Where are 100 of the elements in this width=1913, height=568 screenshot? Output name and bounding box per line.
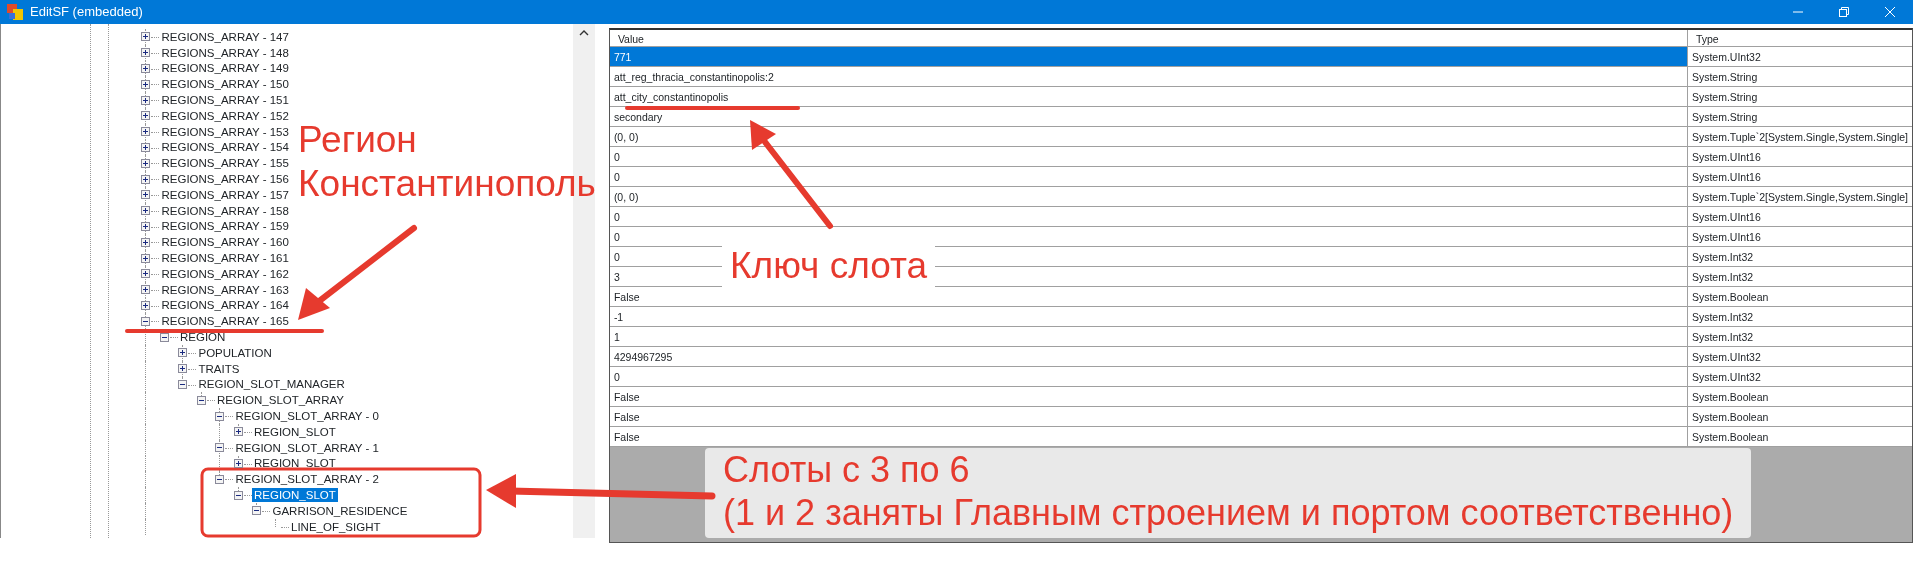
type-cell-text: System.Tuple`2[System.Single,System.Single] [1690,190,1909,205]
type-cell-text: System.Boolean [1690,430,1770,445]
value-cell[interactable]: 0 [609,367,1688,386]
tree-item[interactable]: GARRISON_RESIDENCE [270,503,410,518]
expand-icon[interactable] [141,158,150,168]
value-cell[interactable]: False [609,387,1688,406]
collapse-icon[interactable] [159,332,169,342]
tree-item[interactable]: REGIONS_ARRAY - 147 [159,29,291,44]
expand-icon[interactable] [141,95,150,105]
tree-item[interactable]: REGIONS_ARRAY - 150 [159,77,291,92]
type-cell-text: System.UInt32 [1690,50,1762,65]
expand-icon[interactable] [141,269,150,279]
tree-item[interactable]: REGIONS_ARRAY - 164 [159,298,291,313]
tree-item[interactable]: REGIONS_ARRAY - 160 [159,235,291,250]
expand-icon[interactable] [233,458,243,468]
tree-item[interactable]: REGION_SLOT [252,488,338,502]
value-cell[interactable]: False [609,407,1688,426]
column-header[interactable]: Value [609,30,1688,46]
annotation-text: Регион Константинополь [298,118,596,207]
expand-icon[interactable] [141,142,150,152]
expand-icon[interactable] [141,206,150,216]
tree-item[interactable]: REGIONS_ARRAY - 157 [159,187,291,202]
type-cell-text: System.String [1690,110,1759,125]
value-cell[interactable]: 4294967295 [609,347,1688,366]
annotation-label: Ключ слота [722,244,935,289]
type-cell-text: System.Tuple`2[System.Single,System.Single] [1690,130,1909,145]
expand-icon[interactable] [141,127,150,137]
tree-item[interactable]: REGIONS_ARRAY - 158 [159,203,291,218]
collapse-icon[interactable] [215,411,224,421]
tree-item[interactable]: REGIONS_ARRAY - 155 [159,156,291,171]
tree-item[interactable]: REGIONS_ARRAY - 148 [159,45,291,60]
value-cell[interactable]: 771 [609,47,1688,66]
tree-item[interactable]: REGION_SLOT_ARRAY - 2 [233,472,381,487]
expand-icon[interactable] [141,48,150,58]
value-cell[interactable]: (0, 0) [609,187,1688,206]
tree-item[interactable]: REGION_SLOT_ARRAY [215,393,346,408]
expand-icon[interactable] [141,190,150,200]
value-cell[interactable]: 0 [609,207,1688,226]
expand-icon[interactable] [233,427,243,437]
expand-icon[interactable] [141,79,150,89]
collapse-icon[interactable] [196,395,206,405]
type-cell-text: System.Boolean [1690,290,1770,305]
type-cell-text: System.Int32 [1690,330,1755,345]
type-cell-text: System.UInt16 [1690,150,1762,165]
value-cell[interactable]: 0 [609,167,1688,186]
expand-icon[interactable] [141,64,150,73]
tree-item[interactable]: REGIONS_ARRAY - 156 [159,172,291,187]
restore-icon[interactable] [1839,7,1849,17]
collapse-icon[interactable] [215,443,224,453]
expand-icon[interactable] [141,174,150,184]
collapse-icon[interactable] [215,474,224,484]
tree-item[interactable]: REGION_SLOT_ARRAY - 1 [233,440,381,455]
type-cell-text: System.UInt32 [1690,370,1762,385]
tree-item[interactable]: POPULATION [196,345,274,360]
tree-item[interactable]: REGION_SLOT [252,424,338,439]
window-title: EditSF (embedded) [30,3,143,22]
tree-item[interactable]: REGION_SLOT [252,456,338,471]
collapse-icon[interactable] [141,316,150,326]
tree-item[interactable]: LINE_OF_SIGHT [289,519,383,534]
value-cell[interactable]: False [609,427,1688,446]
value-cell[interactable]: att_city_constantinopolis [609,87,1688,106]
collapse-icon[interactable] [252,506,261,516]
expand-icon[interactable] [141,111,150,121]
type-cell-text: System.UInt16 [1690,230,1762,245]
value-cell[interactable]: att_reg_thracia_constantinopolis:2 [609,67,1688,86]
expand-icon[interactable] [178,348,187,358]
type-cell-text: System.UInt16 [1690,170,1762,185]
expand-icon[interactable] [141,253,150,263]
column-header[interactable]: Type [1687,30,1912,46]
tree-item[interactable]: TRAITS [196,361,242,376]
tree-item[interactable]: REGIONS_ARRAY - 163 [159,282,291,297]
expand-icon[interactable] [141,285,150,295]
type-cell-text: System.String [1690,70,1759,85]
collapse-icon[interactable] [233,490,243,500]
tree-item[interactable]: REGION_SLOT_ARRAY - 0 [233,409,381,423]
value-cell[interactable]: -1 [609,307,1688,326]
tree-item[interactable]: REGIONS_ARRAY - 152 [159,108,291,123]
expand-icon[interactable] [141,300,150,310]
close-icon[interactable] [1885,7,1895,17]
type-cell-text: System.Int32 [1690,310,1755,325]
expand-icon[interactable] [178,364,187,374]
tree-item[interactable]: REGIONS_ARRAY - 149 [159,61,291,76]
value-cell[interactable]: 1 [609,327,1688,346]
expand-icon[interactable] [141,237,150,247]
tree-item[interactable]: REGION_SLOT_MANAGER [196,377,347,392]
expand-icon[interactable] [141,221,150,231]
expand-icon[interactable] [141,32,150,42]
type-cell-text: System.Boolean [1690,410,1770,425]
tree-item[interactable]: REGIONS_ARRAY - 159 [159,219,291,234]
collapse-icon[interactable] [178,379,187,389]
tree-item[interactable]: REGIONS_ARRAY - 162 [159,266,291,281]
scroll-up-icon[interactable] [578,30,589,36]
tree-item[interactable]: REGIONS_ARRAY - 161 [159,251,291,266]
annotation-label: Слоты с 3 по 6 (1 и 2 заняты Главным строением и портом соответственно) [705,448,1752,539]
tree-item[interactable]: REGIONS_ARRAY - 165 [159,314,291,329]
tree-item[interactable]: REGIONS_ARRAY - 151 [159,93,291,108]
type-cell-text: System.Boolean [1690,390,1770,405]
tree-item[interactable]: REGIONS_ARRAY - 153 [159,124,291,139]
tree-item[interactable]: REGION [178,330,228,345]
tree-item[interactable]: REGIONS_ARRAY - 154 [159,140,291,155]
